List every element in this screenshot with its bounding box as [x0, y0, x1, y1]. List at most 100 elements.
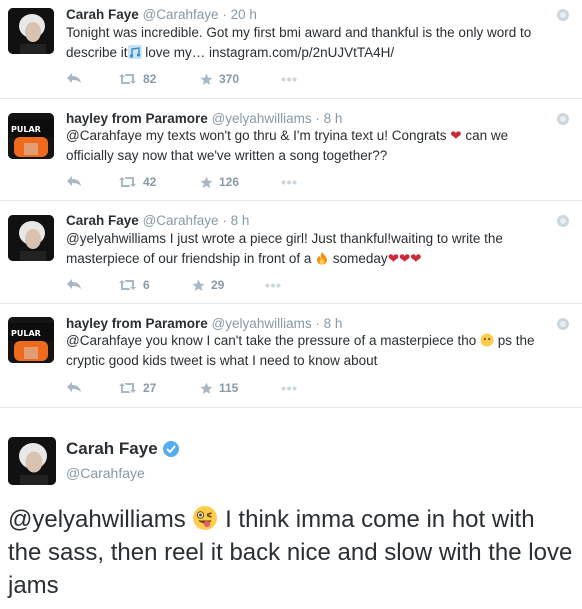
mention-link[interactable]: @yelyahwilliams	[8, 506, 186, 533]
author-name[interactable]: hayley from Paramore	[66, 316, 208, 331]
tweet-text-fragment: masterpiece of our friendship in front o…	[66, 251, 312, 266]
author-name[interactable]: Carah Faye	[66, 7, 139, 22]
tweet[interactable]: PULAR hayley from Paramore @yelyahwillia…	[0, 304, 582, 408]
favorite-button[interactable]: 370	[200, 72, 239, 86]
tweet-text: @Carahfaye you know I can't take the pre…	[66, 331, 566, 371]
tweet-text-fragment: love my… instagram.com/p/2nUJVtTA4H/	[141, 45, 395, 60]
reply-button[interactable]	[66, 381, 82, 393]
verified-icon	[162, 441, 179, 457]
more-icon	[265, 283, 281, 288]
tweet-text: Tonight was incredible. Got my first bmi…	[66, 23, 566, 63]
tweet-text-fragment: someday	[329, 251, 388, 266]
tweet-text-line: @Carahfaye you know I can't take the pre…	[66, 331, 566, 351]
separator: ·	[315, 316, 320, 331]
avatar[interactable]: PULAR	[8, 113, 54, 159]
author-header: Carah Faye	[66, 439, 179, 459]
more-icon	[281, 386, 297, 391]
tweet-text-line: Tonight was incredible. Got my first bmi…	[66, 25, 532, 40]
tweet-header: Carah Faye @Carahfaye · 20 h	[66, 6, 257, 23]
retweet-count: 27	[143, 381, 157, 395]
tweet[interactable]: Carah Faye @Carahfaye · 20 h Tonight was…	[0, 0, 582, 99]
more-icon	[281, 180, 297, 185]
favorite-button[interactable]: 115	[200, 381, 238, 395]
tweet-header: hayley from Paramore @yelyahwilliams · 8…	[66, 110, 342, 127]
retweet-button[interactable]: 42	[118, 175, 156, 189]
globe-icon	[557, 113, 569, 125]
author-name[interactable]: Carah Faye	[66, 213, 139, 228]
avatar[interactable]	[8, 8, 54, 54]
retweet-button[interactable]: 27	[118, 381, 156, 395]
avatar[interactable]	[8, 437, 56, 485]
tweet-text: @yelyahwilliams I think imma come in hot…	[8, 503, 574, 602]
author-handle[interactable]: @yelyahwilliams	[212, 111, 312, 126]
reply-icon	[67, 73, 81, 83]
timestamp[interactable]: 8 h	[324, 111, 343, 126]
favorite-icon	[200, 382, 213, 394]
tweet-header: Carah Faye @Carahfaye · 8 h	[66, 212, 249, 229]
favorite-button[interactable]: 126	[200, 175, 239, 189]
more-button[interactable]	[281, 180, 297, 185]
separator: ·	[315, 111, 320, 126]
tweet-text-fragment: @Carahfaye my texts won't go thru & I'm …	[66, 128, 447, 143]
tweet-text: @yelyahwilliams I just wrote a piece gir…	[66, 229, 566, 269]
retweet-button[interactable]: 82	[118, 72, 156, 86]
more-button[interactable]	[281, 77, 297, 82]
favorite-icon	[200, 176, 213, 188]
featured-tweet[interactable]: Carah Faye @Carahfaye @yelyahwilliams I …	[0, 408, 582, 609]
author-handle[interactable]: @Carahfaye	[66, 465, 145, 481]
more-button[interactable]	[265, 283, 281, 288]
svg-text:PULAR: PULAR	[11, 125, 41, 134]
reply-icon	[67, 176, 81, 186]
tweet[interactable]: PULAR hayley from Paramore @yelyahwillia…	[0, 99, 582, 201]
favorite-button[interactable]: 29	[192, 278, 224, 292]
retweet-icon	[119, 280, 136, 290]
retweet-count: 42	[143, 175, 157, 189]
tweet-text-line: officially say now that we've written a …	[66, 148, 388, 163]
tweet-text-fragment: @Carahfaye you know I can't take the pre…	[66, 333, 477, 348]
svg-text:PULAR: PULAR	[11, 329, 41, 338]
retweet-icon	[119, 383, 136, 393]
timestamp[interactable]: 8 h	[231, 213, 250, 228]
separator: ·	[222, 213, 227, 228]
avatar[interactable]: PULAR	[8, 317, 54, 363]
tweet-text-line: masterpiece of our friendship in front o…	[66, 249, 566, 269]
author-name[interactable]: Carah Faye	[66, 439, 158, 459]
globe-icon	[557, 215, 569, 227]
reply-button[interactable]	[66, 72, 82, 84]
tweet[interactable]: Carah Faye @Carahfaye · 8 h @yelyahwilli…	[0, 201, 582, 304]
author-handle[interactable]: @Carahfaye	[143, 7, 219, 22]
timestamp[interactable]: 8 h	[324, 316, 343, 331]
globe-icon	[557, 318, 569, 330]
tweet-text-fragment: can we	[461, 128, 509, 143]
favorite-count: 126	[219, 175, 240, 189]
tweet-text-line: @Carahfaye my texts won't go thru & I'm …	[66, 126, 566, 146]
reply-icon	[67, 279, 81, 289]
author-name[interactable]: hayley from Paramore	[66, 111, 208, 126]
heart-emoji-icon: ❤❤❤	[387, 251, 422, 266]
tweet-text-fragment: ps the	[494, 333, 535, 348]
avatar[interactable]	[8, 215, 54, 261]
timestamp[interactable]: 20 h	[231, 7, 257, 22]
retweet-count: 82	[143, 72, 157, 86]
favorite-count: 115	[219, 381, 239, 395]
tweet-header: hayley from Paramore @yelyahwilliams · 8…	[66, 315, 342, 332]
more-icon	[281, 77, 297, 82]
music-notes-emoji-icon	[127, 45, 142, 59]
reply-button[interactable]	[66, 175, 82, 187]
tweet-text-line: cryptic good kids tweet is what I need t…	[66, 353, 378, 368]
no-mouth-emoji-icon	[480, 333, 494, 347]
retweet-button[interactable]: 6	[118, 278, 150, 292]
reply-button[interactable]	[66, 278, 82, 290]
tweet-text: @Carahfaye my texts won't go thru & I'm …	[66, 126, 566, 166]
more-button[interactable]	[281, 386, 297, 391]
tweet-text-line: describe it love my… instagram.com/p/2nU…	[66, 43, 566, 63]
retweet-count: 6	[143, 278, 150, 292]
author-handle[interactable]: @Carahfaye	[143, 213, 219, 228]
favorite-icon	[192, 279, 205, 291]
separator: ·	[222, 7, 227, 22]
retweet-icon	[119, 177, 136, 187]
globe-icon	[557, 9, 569, 21]
author-handle[interactable]: @yelyahwilliams	[212, 316, 312, 331]
fire-emoji-icon	[317, 252, 328, 265]
favorite-icon	[200, 73, 213, 85]
